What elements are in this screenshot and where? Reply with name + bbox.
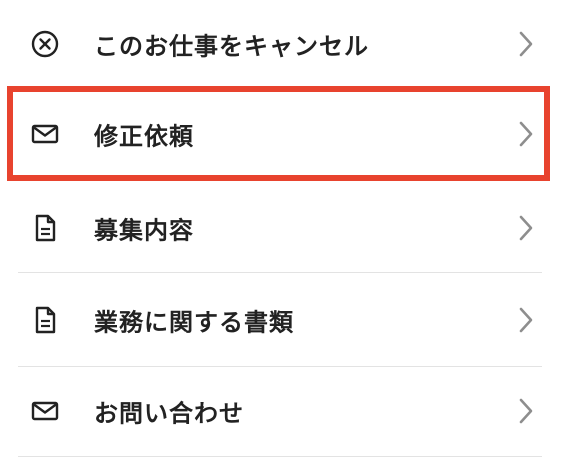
menu-item-label: このお仕事をキャンセル <box>94 32 369 61</box>
chevron-right-icon <box>516 304 536 336</box>
menu-item-revision-request[interactable]: 修正依頼 <box>18 88 542 180</box>
menu-divider <box>18 456 542 457</box>
menu-item-contact[interactable]: お問い合わせ <box>18 367 542 455</box>
menu-item-label: 募集内容 <box>94 216 194 245</box>
menu-list: このお仕事をキャンセル 修正依頼 募集内容 業務に関する書類 お問い合わせ <box>0 0 562 466</box>
cancel-circle-icon <box>30 29 60 59</box>
mail-icon <box>30 119 60 149</box>
mail-icon <box>30 396 60 426</box>
chevron-right-icon <box>516 28 536 60</box>
menu-item-work-documents[interactable]: 業務に関する書類 <box>18 273 542 366</box>
document-icon <box>30 213 60 243</box>
menu-item-cancel-job[interactable]: このお仕事をキャンセル <box>18 0 542 88</box>
chevron-right-icon <box>516 212 536 244</box>
document-icon <box>30 305 60 335</box>
chevron-right-icon <box>516 118 536 150</box>
chevron-right-icon <box>516 395 536 427</box>
menu-item-label: お問い合わせ <box>94 399 244 428</box>
menu-item-job-description[interactable]: 募集内容 <box>18 184 542 272</box>
menu-item-label: 業務に関する書類 <box>94 308 294 336</box>
menu-item-label: 修正依頼 <box>94 122 194 151</box>
